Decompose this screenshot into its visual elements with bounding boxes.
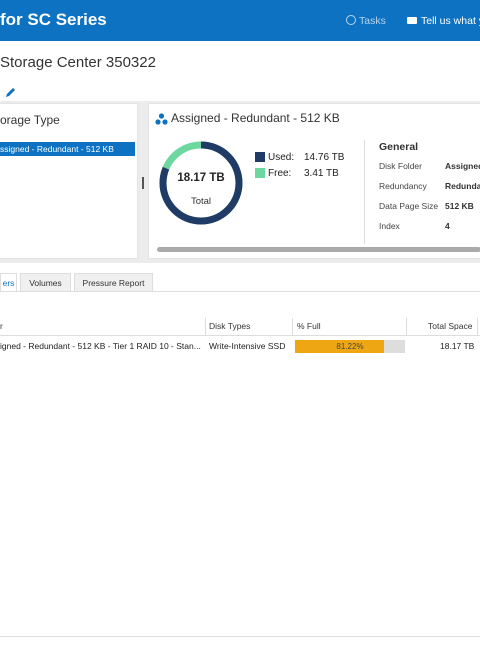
column-divider: [406, 318, 407, 335]
disk-folder-value: Assigned: [445, 161, 480, 171]
column-divider: [205, 318, 206, 335]
horizontal-scrollbar[interactable]: [157, 247, 480, 252]
detail-panel-title: Assigned - Redundant - 512 KB: [171, 111, 340, 125]
used-legend-value: 14.76 TB: [304, 152, 345, 163]
comment-icon: [407, 17, 417, 24]
donut-total-label: Total: [190, 196, 212, 207]
feedback-label: Tell us what yo: [421, 15, 480, 27]
data-page-size-label: Data Page Size: [379, 201, 439, 211]
general-section-title: General: [379, 141, 419, 153]
panel-divider: [364, 140, 365, 244]
panel-splitter-handle[interactable]: [142, 177, 144, 189]
donut-total-value: 18.17 TB: [177, 172, 225, 184]
redundancy-label: Redundancy: [379, 181, 427, 191]
column-header-percent-full[interactable]: % Full: [297, 318, 321, 335]
disk-types-cell: Write-Intensive SSD: [209, 341, 286, 351]
used-legend-swatch: [255, 152, 265, 162]
storage-type-title: orage Type: [0, 113, 60, 127]
storage-detail-panel: Assigned - Redundant - 512 KB 18.17 TB T…: [148, 103, 480, 259]
footer-divider: [0, 636, 480, 637]
percent-full-bar: 81.22%: [295, 340, 405, 353]
storage-cluster-icon: [155, 113, 168, 125]
tab-pressure-report[interactable]: Pressure Report: [74, 273, 153, 291]
disk-folder-label: Disk Folder: [379, 161, 422, 171]
free-legend-label: Free:: [268, 168, 292, 179]
column-divider: [292, 318, 293, 335]
top-bar: for SC Series Tasks Tell us what yo: [0, 0, 480, 41]
tab-volumes[interactable]: Volumes: [20, 273, 71, 291]
tasks-link[interactable]: Tasks: [346, 15, 386, 27]
redundancy-value: Redunda: [445, 181, 480, 191]
table-row[interactable]: igned - Redundant - 512 KB - Tier 1 RAID…: [0, 337, 480, 355]
app-title: for SC Series: [0, 10, 107, 29]
used-legend-label: Used:: [268, 152, 295, 163]
table-header: r Disk Types % Full Total Space: [0, 318, 480, 336]
column-header-disk-types[interactable]: Disk Types: [209, 318, 250, 335]
pencil-icon[interactable]: [4, 86, 17, 99]
tab-tiers[interactable]: ers: [0, 273, 17, 291]
free-legend-value: 3.41 TB: [304, 168, 339, 179]
tier-name-cell: igned - Redundant - 512 KB - Tier 1 RAID…: [0, 341, 201, 351]
storage-type-panel: orage Type ssigned - Redundant - 512 KB: [0, 103, 138, 259]
percent-full-label: 81.22%: [336, 342, 364, 351]
page-title: Storage Center 350322: [0, 54, 156, 71]
column-header-name[interactable]: r: [0, 318, 3, 335]
column-header-total-space[interactable]: Total Space: [428, 318, 472, 335]
column-divider: [477, 318, 478, 335]
tasks-label: Tasks: [359, 15, 386, 27]
free-legend-swatch: [255, 168, 265, 178]
total-space-cell: 18.17 TB: [440, 341, 475, 351]
feedback-link[interactable]: Tell us what yo: [407, 15, 480, 27]
index-value: 4: [445, 221, 450, 231]
tab-bar: ers Volumes Pressure Report: [0, 273, 480, 292]
index-label: Index: [379, 221, 400, 231]
clock-icon: [346, 15, 356, 25]
data-page-size-value: 512 KB: [445, 201, 474, 211]
storage-type-item[interactable]: ssigned - Redundant - 512 KB: [0, 142, 135, 156]
